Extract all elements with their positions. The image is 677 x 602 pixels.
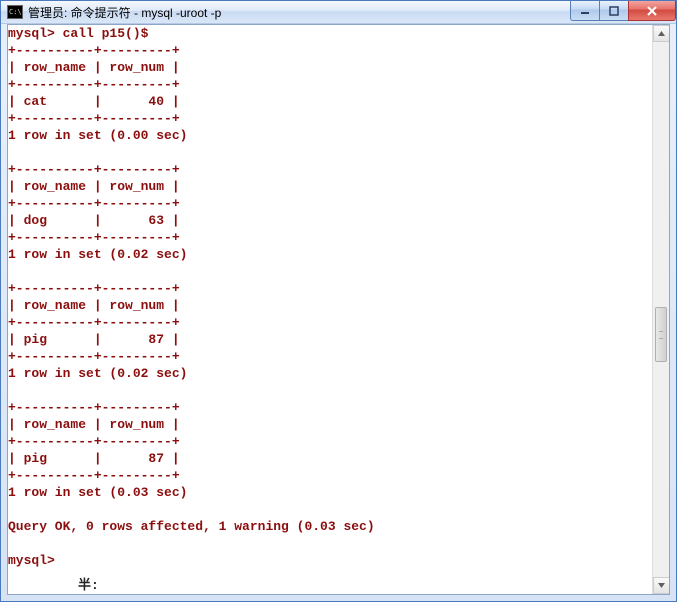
- window-title: 管理员: 命令提示符 - mysql -uroot -p: [28, 4, 221, 21]
- chevron-up-icon: [657, 29, 666, 38]
- cmd-icon: C:\: [7, 5, 23, 19]
- footer-note: 半:: [8, 577, 652, 594]
- scroll-up-button[interactable]: [653, 25, 670, 42]
- client-area: mysql> call p15()$ +----------+---------…: [1, 24, 676, 601]
- scroll-track[interactable]: [653, 42, 669, 577]
- minimize-icon: [580, 6, 590, 16]
- titlebar[interactable]: C:\ 管理员: 命令提示符 - mysql -uroot -p: [1, 1, 676, 24]
- scrollbar[interactable]: [652, 25, 669, 594]
- terminal-output[interactable]: mysql> call p15()$ +----------+---------…: [8, 25, 652, 594]
- close-button[interactable]: [628, 1, 676, 21]
- chevron-down-icon: [657, 581, 666, 590]
- cmd-icon-label: C:\: [9, 9, 22, 16]
- scroll-down-button[interactable]: [653, 577, 670, 594]
- maximize-button[interactable]: [599, 1, 629, 21]
- minimize-button[interactable]: [570, 1, 600, 21]
- maximize-icon: [609, 6, 619, 16]
- window: C:\ 管理员: 命令提示符 - mysql -uroot -p mysql> …: [0, 0, 677, 602]
- window-buttons: [571, 1, 676, 21]
- scroll-thumb[interactable]: [655, 307, 667, 362]
- console-frame: mysql> call p15()$ +----------+---------…: [7, 24, 670, 595]
- close-icon: [646, 6, 658, 16]
